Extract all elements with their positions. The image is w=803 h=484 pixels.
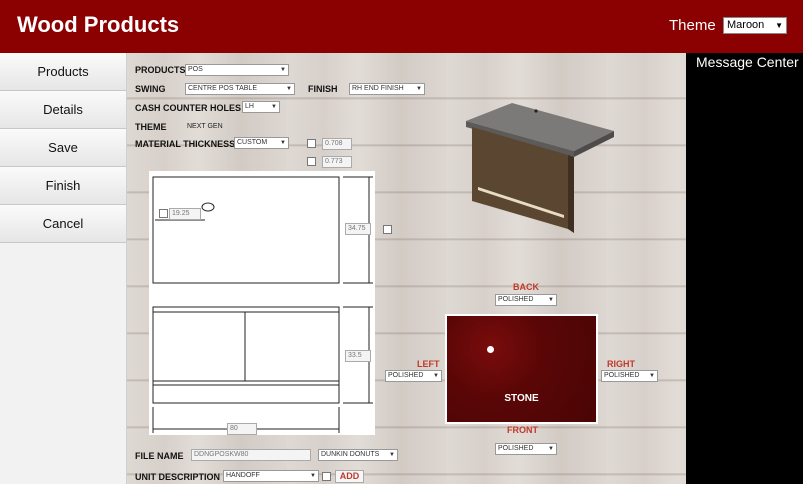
chevron-down-icon: ▼ <box>271 104 277 110</box>
front-finish-value: POLISHED <box>498 445 534 452</box>
hole-dim-checkbox[interactable] <box>159 209 168 218</box>
details-button[interactable]: Details <box>0 91 126 129</box>
finish-button[interactable]: Finish <box>0 167 126 205</box>
front-finish-select[interactable]: POLISHED ▼ <box>495 443 557 455</box>
height-dim-input[interactable]: 33.5 <box>345 350 371 362</box>
theme-select-value: Maroon <box>727 19 765 31</box>
unit-description-checkbox[interactable] <box>322 472 331 481</box>
stone-top-preview: STONE <box>445 314 598 424</box>
depth-dim-input[interactable]: 34.75 <box>345 223 371 235</box>
cash-hole-outline <box>201 202 215 212</box>
right-finish-select[interactable]: POLISHED ▼ <box>601 370 658 382</box>
material-thickness-value: CUSTOM <box>237 139 268 146</box>
theme-field-value: NEXT GEN <box>187 123 223 130</box>
finish-select-value: RH END FINISH <box>352 85 404 92</box>
hole-dim-input[interactable]: 19.25 <box>169 208 201 220</box>
unit-description-select[interactable]: HANDOFF ▼ <box>223 470 319 482</box>
finish-label: FINISH <box>308 84 338 94</box>
right-finish-value: POLISHED <box>604 372 640 379</box>
left-finish-select[interactable]: POLISHED ▼ <box>385 370 442 382</box>
width-dim-input[interactable]: 80 <box>227 423 257 435</box>
products-select-value: POS <box>188 66 203 73</box>
theme-field-label: THEME <box>135 122 167 132</box>
theme-select[interactable]: Maroon ▼ <box>723 17 787 34</box>
thickness-a-checkbox[interactable] <box>307 139 316 148</box>
right-label: RIGHT <box>607 359 635 369</box>
back-finish-value: POLISHED <box>498 296 534 303</box>
app-header: Wood Products Theme Maroon ▼ <box>0 0 803 53</box>
cash-hole-dot <box>534 109 538 113</box>
cancel-button[interactable]: Cancel <box>0 205 126 243</box>
chevron-down-icon: ▼ <box>433 373 439 379</box>
front-view-outline <box>152 306 340 404</box>
left-label: LEFT <box>417 359 440 369</box>
products-label: PRODUCTS <box>135 65 186 75</box>
customer-select[interactable]: DUNKIN DONUTS ▼ <box>318 449 398 461</box>
cash-counter-select[interactable]: LH ▼ <box>242 101 280 113</box>
finish-select[interactable]: RH END FINISH ▼ <box>349 83 425 95</box>
configurator-panel: PRODUCTS POS ▼ SWING CENTRE POS TABLE ▼ FI… <box>127 53 686 484</box>
chevron-down-icon: ▼ <box>649 373 655 379</box>
chevron-down-icon: ▼ <box>775 21 783 30</box>
unit-description-label: UNIT DESCRIPTION <box>135 472 221 482</box>
file-name-input[interactable]: DDNGPOSKW80 <box>191 449 311 461</box>
material-thickness-label: MATERIAL THICKNESS <box>135 139 236 149</box>
sidebar: Products Details Save Finish Cancel <box>0 53 127 484</box>
material-thickness-select[interactable]: CUSTOM ▼ <box>234 137 289 149</box>
cash-counter-value: LH <box>245 103 254 110</box>
chevron-down-icon: ▼ <box>389 452 395 458</box>
chevron-down-icon: ▼ <box>286 86 292 92</box>
chevron-down-icon: ▼ <box>280 140 286 146</box>
back-finish-select[interactable]: POLISHED ▼ <box>495 294 557 306</box>
depth-dim-checkbox[interactable] <box>383 225 392 234</box>
customer-select-value: DUNKIN DONUTS <box>321 451 380 458</box>
chevron-down-icon: ▼ <box>416 86 422 92</box>
thickness-b-input[interactable]: 0.773 <box>322 156 352 168</box>
message-center: Message Center <box>686 53 803 484</box>
theme-label: Theme <box>669 17 716 34</box>
chevron-down-icon: ▼ <box>548 446 554 452</box>
counter-3d-preview <box>466 103 614 233</box>
app-title: Wood Products <box>17 12 180 37</box>
top-view-outline <box>152 176 340 284</box>
chevron-down-icon: ▼ <box>310 473 316 479</box>
add-button[interactable]: ADD <box>335 470 364 483</box>
swing-label: SWING <box>135 84 166 94</box>
stone-label: STONE <box>504 393 539 404</box>
cash-hole-marker <box>487 346 494 353</box>
products-select[interactable]: POS ▼ <box>185 64 289 76</box>
save-button[interactable]: Save <box>0 129 126 167</box>
swing-select[interactable]: CENTRE POS TABLE ▼ <box>185 83 295 95</box>
back-label: BACK <box>513 282 539 292</box>
swing-select-value: CENTRE POS TABLE <box>188 85 257 92</box>
chevron-down-icon: ▼ <box>548 297 554 303</box>
cash-counter-label: CASH COUNTER HOLES <box>135 103 242 113</box>
thickness-b-checkbox[interactable] <box>307 157 316 166</box>
products-button[interactable]: Products <box>0 53 126 91</box>
left-finish-value: POLISHED <box>388 372 424 379</box>
message-center-title: Message Center <box>696 54 799 70</box>
thickness-a-input[interactable]: 0.708 <box>322 138 352 150</box>
chevron-down-icon: ▼ <box>280 67 286 73</box>
file-name-label: FILE NAME <box>135 451 184 461</box>
unit-description-value: HANDOFF <box>226 472 260 479</box>
front-label: FRONT <box>507 425 538 435</box>
